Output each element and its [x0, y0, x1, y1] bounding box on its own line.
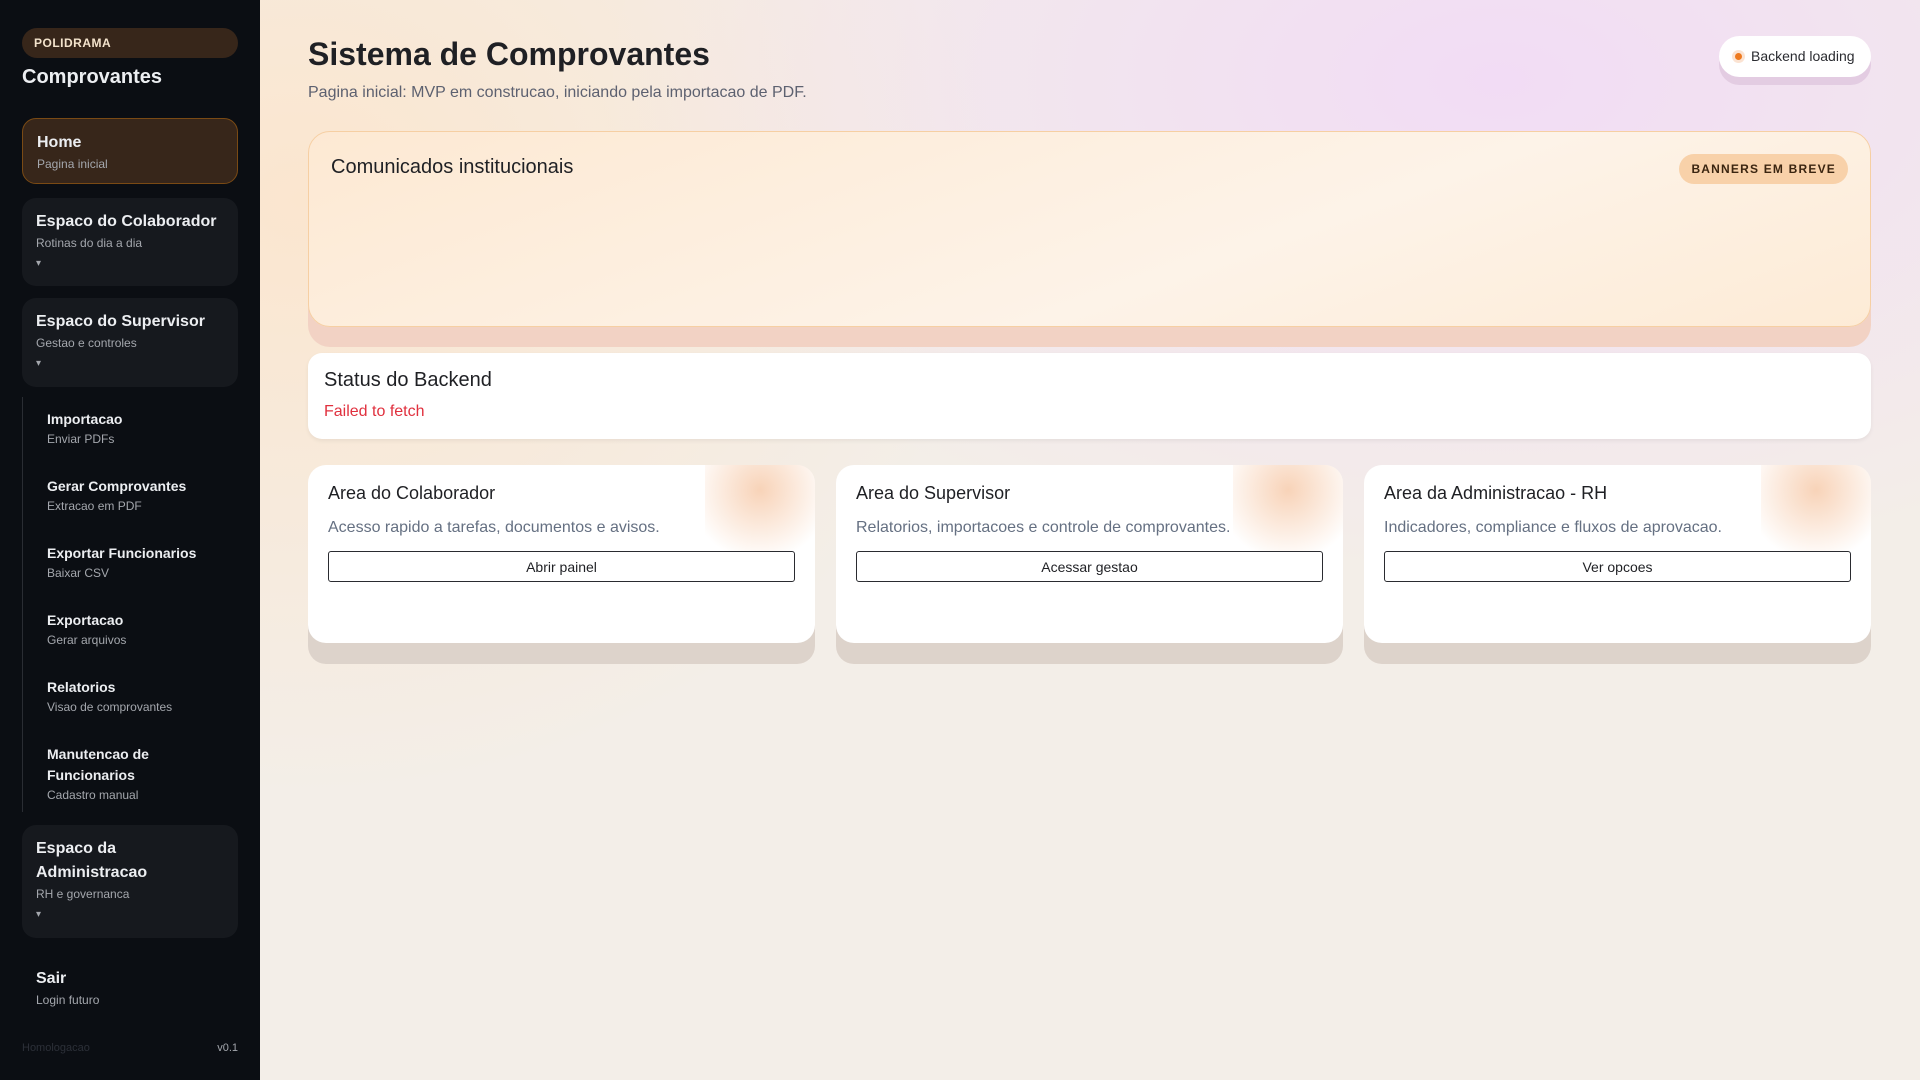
card-title: Area da Administracao - RH	[1384, 483, 1608, 503]
status-error: Failed to fetch	[324, 403, 425, 420]
environment-label: Homologacao	[22, 1042, 90, 1054]
page-subtitle: Pagina inicial: MVP em construcao, inici…	[308, 84, 807, 101]
nav-label: Sair	[36, 970, 67, 987]
status-dot-icon	[1732, 50, 1745, 63]
card-area-supervisor: Area do Supervisor Relatorios, importaco…	[836, 465, 1343, 643]
subnav-sub: Visao de comprovantes	[47, 700, 173, 714]
card-area-administracao: Area da Administracao - RH Indicadores, …	[1364, 465, 1871, 643]
caret-down-icon[interactable]: ▾	[36, 909, 178, 920]
nav-label: Home	[37, 134, 82, 151]
subnav-sub: Gerar arquivos	[47, 633, 127, 647]
supervisor-submenu: Importacao Enviar PDFs Gerar Comprovante…	[22, 397, 238, 812]
brand-badge: POLIDRAMA	[22, 28, 238, 58]
nav-espaco-colaborador[interactable]: Espaco do Colaborador Rotinas do dia a d…	[22, 198, 238, 286]
subnav-label: Manutencao de Funcionarios	[47, 746, 149, 783]
subnav-exportar-funcionarios[interactable]: Exportar Funcionarios Baixar CSV	[47, 543, 237, 580]
app-title: Comprovantes	[22, 66, 163, 88]
nav-label: Espaco do Colaborador	[36, 213, 217, 230]
nav-home[interactable]: Home Pagina inicial	[22, 118, 238, 184]
caret-down-icon[interactable]: ▾	[36, 258, 224, 269]
card-description: Indicadores, compliance e fluxos de apro…	[1384, 519, 1722, 536]
caret-down-icon[interactable]: ▾	[36, 358, 224, 369]
subnav-sub: Baixar CSV	[47, 566, 110, 580]
nav-sub: Rotinas do dia a dia	[36, 236, 143, 250]
subnav-importacao[interactable]: Importacao Enviar PDFs	[47, 409, 237, 446]
page-title: Sistema de Comprovantes	[308, 36, 710, 72]
subnav-label: Relatorios	[47, 679, 116, 695]
subnav-label: Gerar Comprovantes	[47, 478, 187, 494]
subnav-relatorios[interactable]: Relatorios Visao de comprovantes	[47, 677, 237, 714]
banner-badge: BANNERS EM BREVE	[1679, 154, 1848, 184]
subnav-exportacao[interactable]: Exportacao Gerar arquivos	[47, 610, 237, 647]
backend-status-pill: Backend loading	[1719, 36, 1871, 77]
nav-label: Espaco da Administracao	[36, 840, 148, 881]
banner-title: Comunicados institucionais	[331, 156, 574, 178]
nav-sair[interactable]: Sair Login futuro	[22, 955, 238, 1021]
subnav-gerar-comprovantes[interactable]: Gerar Comprovantes Extracao em PDF	[47, 476, 237, 513]
nav-espaco-administracao[interactable]: Espaco da Administracao RH e governanca …	[22, 825, 238, 938]
nav-label: Espaco do Supervisor	[36, 313, 205, 330]
view-options-button[interactable]: Ver opcoes	[1384, 551, 1851, 582]
card-area-colaborador: Area do Colaborador Acesso rapido a tare…	[308, 465, 815, 643]
announcements-banner: Comunicados institucionais BANNERS EM BR…	[308, 131, 1871, 327]
card-description: Acesso rapido a tarefas, documentos e av…	[328, 519, 660, 536]
subnav-sub: Extracao em PDF	[47, 499, 142, 513]
subnav-label: Exportacao	[47, 612, 124, 628]
subnav-sub: Enviar PDFs	[47, 432, 115, 446]
card-title: Area do Supervisor	[856, 483, 1011, 503]
nav-espaco-supervisor[interactable]: Espaco do Supervisor Gestao e controles …	[22, 298, 238, 387]
card-title: Area do Colaborador	[328, 483, 496, 503]
subnav-manutencao-funcionarios[interactable]: Manutencao de Funcionarios Cadastro manu…	[47, 744, 217, 802]
backend-status-card: Status do Backend Failed to fetch	[308, 353, 1871, 439]
open-panel-button[interactable]: Abrir painel	[328, 551, 795, 582]
sidebar: POLIDRAMA Comprovantes Home Pagina inici…	[0, 0, 260, 1080]
subnav-label: Importacao	[47, 411, 123, 427]
nav-sub: Login futuro	[36, 993, 100, 1007]
backend-status-text: Backend loading	[1751, 48, 1855, 64]
nav-sub: Pagina inicial	[37, 157, 108, 171]
subnav-label: Exportar Funcionarios	[47, 545, 197, 561]
card-description: Relatorios, importacoes e controle de co…	[856, 519, 1231, 536]
status-title: Status do Backend	[324, 369, 492, 391]
subnav-sub: Cadastro manual	[47, 788, 139, 802]
version-label: v0.1	[217, 1042, 238, 1054]
access-management-button[interactable]: Acessar gestao	[856, 551, 1323, 582]
nav-sub: Gestao e controles	[36, 336, 137, 350]
nav-sub: RH e governanca	[36, 887, 130, 901]
